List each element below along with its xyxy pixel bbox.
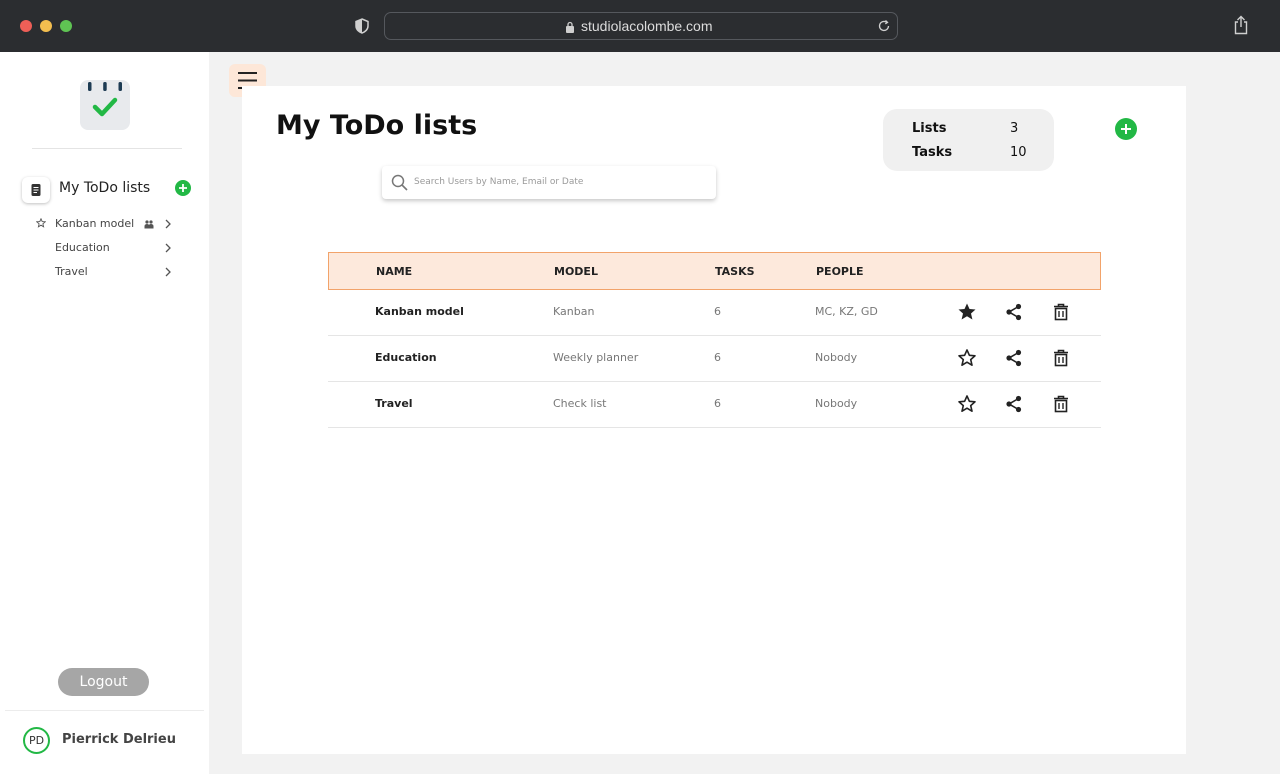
star-filled-icon[interactable] [957,302,977,322]
share-icon[interactable] [1004,394,1024,414]
table-row[interactable]: Kanban model Kanban 6 MC, KZ, GD [328,290,1101,336]
lock-icon [566,21,574,33]
column-header-tasks[interactable]: TASKS [715,265,755,278]
sidebar-item-label: Education [55,241,110,254]
cell-people: Nobody [815,397,858,410]
star-outline-icon[interactable] [957,348,977,368]
address-bar[interactable]: studiolacolombe.com [384,12,898,40]
url-text: studiolacolombe.com [581,18,713,34]
cell-name[interactable]: Kanban model [375,305,464,318]
stat-tasks: Tasks 10 [912,145,1032,160]
sidebar-item-label: Kanban model [55,217,135,230]
sidebar: My ToDo lists Kanban model Education Tra… [0,52,209,774]
sidebar-item-kanban-model[interactable]: Kanban model [36,216,176,234]
table-row[interactable]: Education Weekly planner 6 Nobody [328,336,1101,382]
cell-people: MC, KZ, GD [815,305,878,318]
cell-tasks: 6 [714,305,721,318]
stat-label: Tasks [912,145,953,160]
content-card: My ToDo lists Lists 3 Tasks 10 NAME MODE… [242,86,1186,754]
trash-icon[interactable] [1051,394,1071,414]
document-icon [22,177,50,203]
privacy-shield-icon[interactable] [354,18,370,34]
trash-icon[interactable] [1051,302,1071,322]
reload-icon[interactable] [877,19,891,33]
cell-name[interactable]: Education [375,351,437,364]
chevron-right-icon [165,243,171,253]
share-icon[interactable] [1004,348,1024,368]
table-header: NAME MODEL TASKS PEOPLE [328,252,1101,290]
cell-tasks: 6 [714,397,721,410]
trash-icon[interactable] [1051,348,1071,368]
cell-people: Nobody [815,351,858,364]
people-icon [144,220,154,229]
column-header-people[interactable]: PEOPLE [816,265,864,278]
stat-value: 3 [1010,121,1019,136]
app-logo[interactable] [80,80,130,130]
search-box[interactable] [382,166,716,199]
sidebar-item-education[interactable]: Education [36,240,176,258]
sidebar-item-my-todo-lists[interactable]: My ToDo lists [22,176,197,204]
sidebar-item-label: Travel [55,265,88,278]
cell-tasks: 6 [714,351,721,364]
minimize-window-button[interactable] [40,20,52,32]
chevron-right-icon [165,267,171,277]
stat-lists: Lists 3 [912,121,1032,136]
share-page-icon[interactable] [1232,15,1250,35]
browser-toolbar: studiolacolombe.com [0,0,1280,52]
add-list-button[interactable] [1115,118,1137,140]
lists-table: NAME MODEL TASKS PEOPLE Kanban model Kan… [328,252,1101,428]
calendar-check-icon [88,82,122,117]
search-input[interactable] [414,172,704,192]
avatar[interactable]: PD [23,727,50,754]
sidebar-item-label: My ToDo lists [59,180,151,196]
cell-model: Check list [553,397,607,410]
star-icon [36,218,46,228]
cell-model: Kanban [553,305,595,318]
logout-button[interactable]: Logout [58,668,149,696]
sidebar-divider [32,148,182,149]
plus-icon [1121,124,1131,134]
user-name: Pierrick Delrieu [62,732,176,747]
table-row[interactable]: Travel Check list 6 Nobody [328,382,1101,428]
cell-model: Weekly planner [553,351,639,364]
add-list-icon[interactable] [175,180,191,196]
chevron-right-icon [165,219,171,229]
stats-summary: Lists 3 Tasks 10 [883,109,1054,171]
stat-value: 10 [1010,145,1027,160]
column-header-model[interactable]: MODEL [554,265,598,278]
sidebar-item-travel[interactable]: Travel [36,264,176,282]
search-icon [391,174,408,191]
zoom-window-button[interactable] [60,20,72,32]
share-icon[interactable] [1004,302,1024,322]
star-outline-icon[interactable] [957,394,977,414]
page-title: My ToDo lists [276,110,478,141]
cell-name[interactable]: Travel [375,397,413,410]
close-window-button[interactable] [20,20,32,32]
column-header-name[interactable]: NAME [376,265,412,278]
stat-label: Lists [912,121,947,136]
sidebar-divider [5,710,204,711]
